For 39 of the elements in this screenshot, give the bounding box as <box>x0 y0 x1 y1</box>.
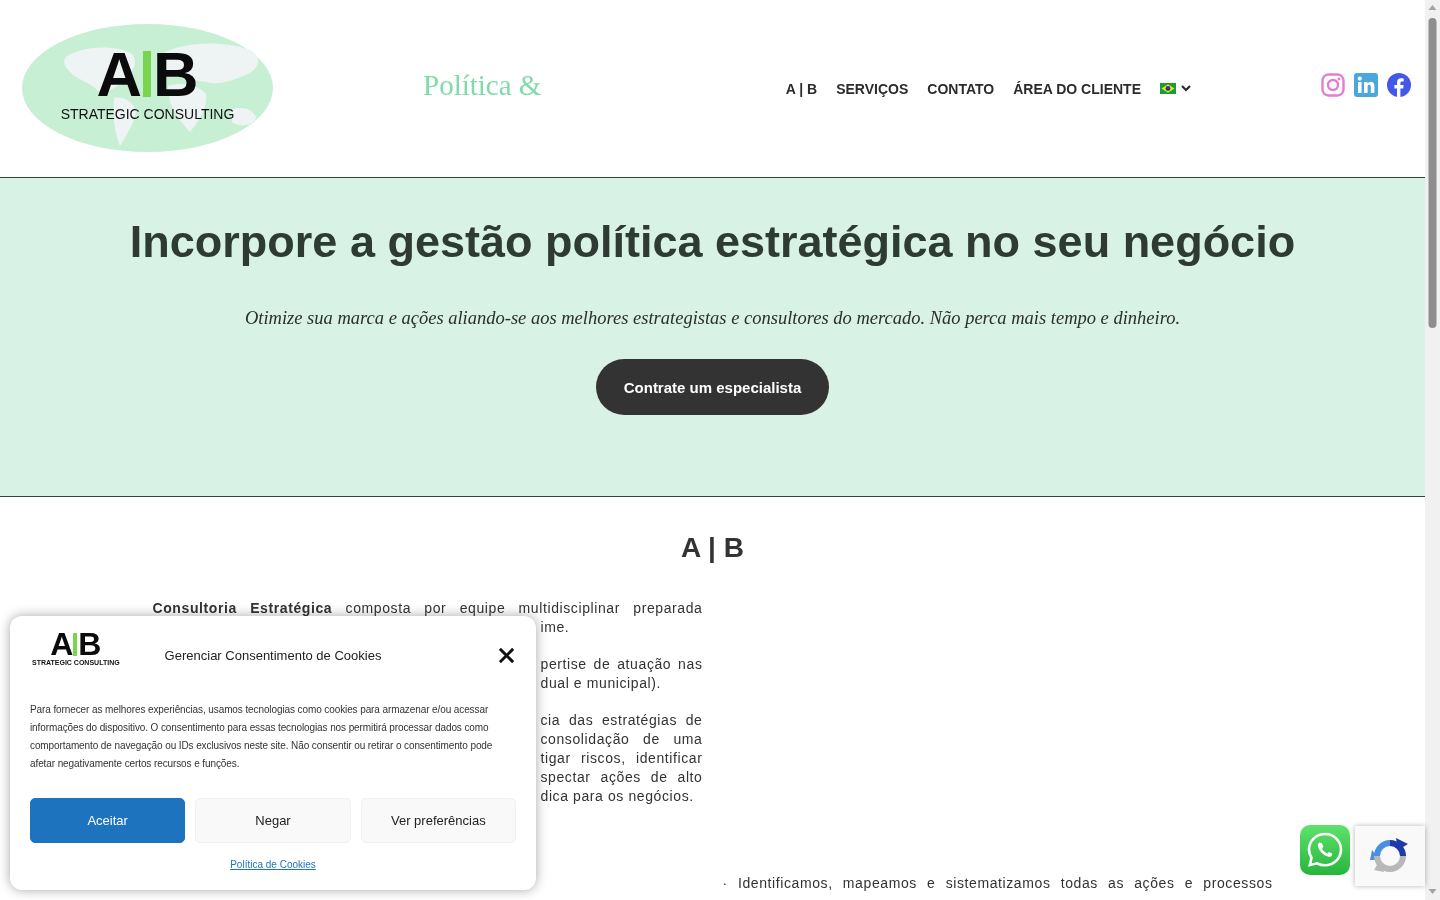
body-text-line: dual e municipal). <box>540 674 662 693</box>
whatsapp-icon[interactable] <box>1300 825 1350 875</box>
dialog-title: Gerenciar Consentimento de Cookies <box>164 647 382 663</box>
instagram-icon[interactable] <box>1321 72 1345 97</box>
logo-letter: A <box>50 633 78 656</box>
logo-letter: A <box>96 50 151 97</box>
body-text-line: Consultoria Estratégica composta por equipe multidisciplinar preparada <box>152 599 703 618</box>
dialog-text: Para fornecer as melhores experiências, usamos tecnologias como cookies para armazenar e/ou acessar informações do dispositivo. O consentimento para essas tecnologias nos permitirá processar dados como comportamento de navegação ou IDs exclusivos neste site. Não consentir ou retirar o consentimento pode afetar negativamente certos recursos e funções. <box>30 703 494 771</box>
nav-link[interactable]: ÁREA DO CLIENTE <box>1013 80 1141 97</box>
cta-button[interactable]: Contrate um especialista <box>596 359 829 415</box>
logo-letter: B <box>153 50 199 97</box>
logo-tagline: STRATEGIC CONSULTING <box>60 105 235 122</box>
nav-link[interactable]: SERVIÇOS <box>836 80 909 97</box>
body-text-line: cia das estratégias de <box>540 711 703 730</box>
logo-letter: B <box>78 633 102 656</box>
world-map-icon <box>22 24 273 152</box>
cookie-policy-link[interactable]: Política de Cookies <box>230 859 316 870</box>
hero-subtitle: Otimize sua marca e ações aliando-se aos melhores estrategistas e consultores do mercado. Não perca mais tempo e dinheiro. <box>244 307 1181 330</box>
dialog-button[interactable]: Ver preferências <box>360 798 516 843</box>
body-text-line: consolidação de uma <box>540 730 703 749</box>
body-text-line: · Identificamos, mapeamos e sistematizamos todas as ações e processos <box>722 874 1273 893</box>
hero-headline: Incorpore a gestão política estratégica no seu negócio <box>129 215 1296 269</box>
body-text-line: spectar ações de alto <box>540 768 703 787</box>
dialog-button[interactable]: Negar <box>195 798 351 843</box>
flag-icon[interactable] <box>1160 83 1176 94</box>
body-text-line: pertise de atuação nas <box>540 655 703 674</box>
body-text-line: tigar riscos, identificar <box>540 749 703 768</box>
body-text-line: ime. <box>540 618 570 637</box>
close-icon[interactable] <box>499 647 514 663</box>
section-heading: A | B <box>681 531 744 565</box>
facebook-icon[interactable] <box>1387 72 1411 97</box>
nav-link[interactable]: CONTATO <box>927 80 995 97</box>
site-title: Política & <box>423 69 542 102</box>
scrollbar[interactable] <box>1425 0 1440 900</box>
body-text-line: dica para os negócios. <box>540 787 694 806</box>
dialog-button[interactable]: Aceitar <box>30 798 186 843</box>
chevron-down-icon[interactable] <box>1181 85 1191 92</box>
linkedin-icon[interactable] <box>1354 72 1378 97</box>
nav-link[interactable]: A | B <box>785 80 818 97</box>
